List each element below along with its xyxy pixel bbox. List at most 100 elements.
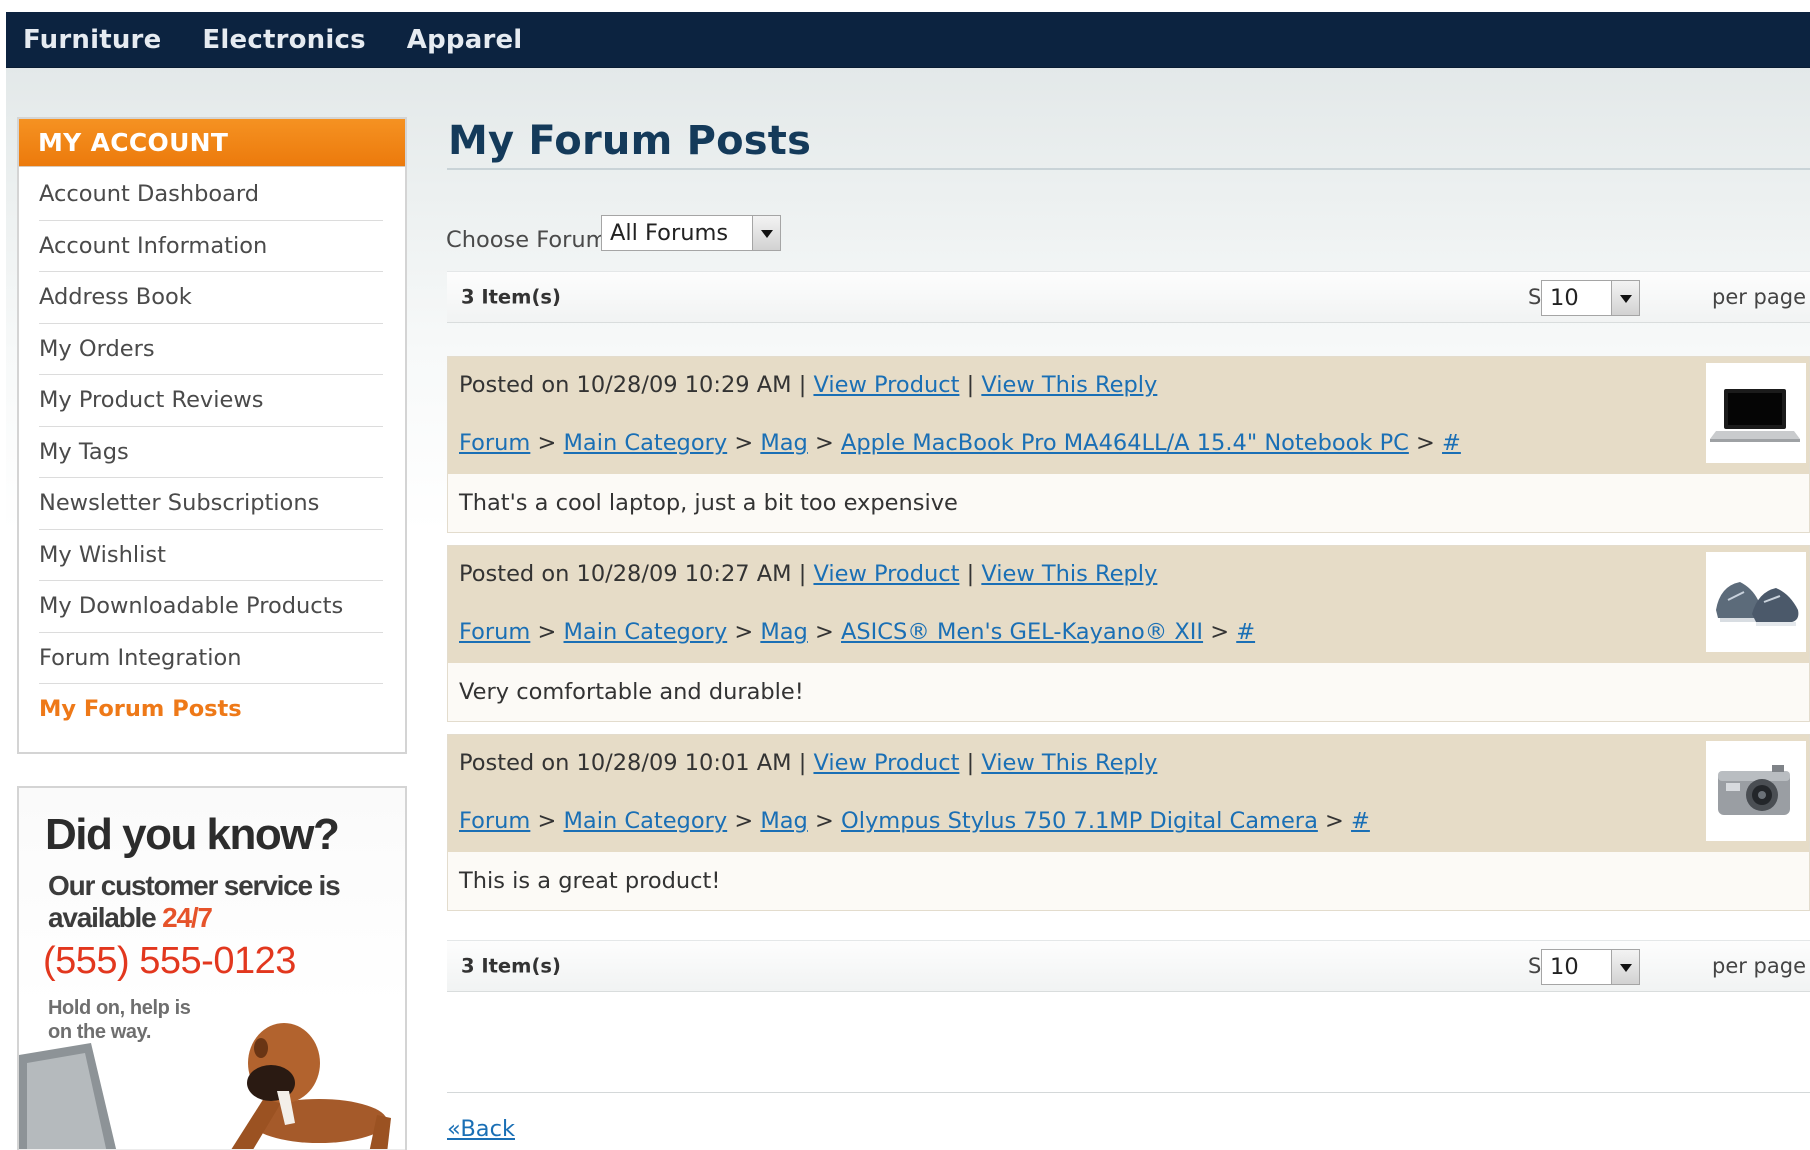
forum-post: Posted on 10/28/09 10:01 AM | View Produ… <box>447 734 1810 911</box>
crumb-sub-link[interactable]: Mag <box>760 619 807 645</box>
crumb-hash-link[interactable]: # <box>1442 430 1461 456</box>
camera-thumbnail[interactable] <box>1706 741 1806 841</box>
crumb-sub-link[interactable]: Mag <box>760 808 807 834</box>
account-nav-item-product-reviews[interactable]: My Product Reviews <box>39 375 383 427</box>
back-link[interactable]: «Back <box>447 1116 515 1142</box>
camera-icon <box>1718 765 1790 815</box>
crumb-arrow: > <box>814 619 834 645</box>
account-nav-item-information[interactable]: Account Information <box>39 221 383 272</box>
title-divider <box>447 168 1810 170</box>
crumb-arrow: > <box>734 808 754 834</box>
account-nav-item-newsletter[interactable]: Newsletter Subscriptions <box>39 478 383 530</box>
view-reply-link[interactable]: View This Reply <box>981 750 1157 776</box>
laptop-icon <box>1710 389 1800 442</box>
view-reply-link[interactable]: View This Reply <box>981 372 1157 398</box>
post-date: Posted on 10/28/09 10:27 AM <box>459 561 792 587</box>
post-breadcrumb: Forum > Main Category > Mag > ASICS® Men… <box>459 619 1255 645</box>
separator: | <box>966 561 975 587</box>
crumb-arrow: > <box>734 619 754 645</box>
account-nav-title: MY ACCOUNT <box>19 119 405 167</box>
crumb-arrow: > <box>1416 430 1435 456</box>
post-text: Very comfortable and durable! <box>459 679 804 705</box>
crumb-category-link[interactable]: Main Category <box>564 430 728 456</box>
pager-top: 3 Item(s) Show 10 per page <box>447 271 1810 323</box>
shoes-icon <box>1716 582 1799 626</box>
per-page-label: per page <box>1712 285 1807 309</box>
crumb-arrow: > <box>537 619 557 645</box>
crumb-product-link[interactable]: ASICS® Men's GEL-Kayano® XII <box>841 619 1203 645</box>
crumb-forum-link[interactable]: Forum <box>459 808 530 834</box>
forum-select-value: All Forums <box>610 220 729 246</box>
view-product-link[interactable]: View Product <box>813 750 959 776</box>
promo-subtitle: Our customer service is available 24/7 <box>48 870 348 934</box>
crumb-arrow: > <box>1325 808 1344 834</box>
laptop-thumbnail[interactable] <box>1706 363 1806 463</box>
account-nav-item-tags[interactable]: My Tags <box>39 427 383 478</box>
crumb-sub-link[interactable]: Mag <box>760 430 807 456</box>
post-body: Very comfortable and durable! <box>448 663 1809 721</box>
view-reply-link[interactable]: View This Reply <box>981 561 1157 587</box>
post-date: Posted on 10/28/09 10:29 AM <box>459 372 792 398</box>
account-nav-item-wishlist[interactable]: My Wishlist <box>39 530 383 581</box>
account-navigation: MY ACCOUNT Account Dashboard Account Inf… <box>17 117 407 754</box>
crumb-arrow: > <box>1210 619 1230 645</box>
nav-item-furniture[interactable]: Furniture <box>23 25 161 55</box>
crumb-forum-link[interactable]: Forum <box>459 619 530 645</box>
crumb-arrow: > <box>734 430 754 456</box>
forum-post: Posted on 10/28/09 10:27 AM | View Produ… <box>447 545 1810 722</box>
crumb-arrow: > <box>814 808 834 834</box>
crumb-category-link[interactable]: Main Category <box>564 808 728 834</box>
post-header: Posted on 10/28/09 10:27 AM | View Produ… <box>448 546 1809 663</box>
post-header: Posted on 10/28/09 10:29 AM | View Produ… <box>448 357 1809 474</box>
post-meta: Posted on 10/28/09 10:27 AM | View Produ… <box>459 561 1157 587</box>
separator: | <box>798 750 807 776</box>
crumb-hash-link[interactable]: # <box>1351 808 1370 834</box>
crumb-product-link[interactable]: Apple MacBook Pro MA464LL/A 15.4" Notebo… <box>841 430 1409 456</box>
account-nav-item-downloadable[interactable]: My Downloadable Products <box>39 581 383 633</box>
post-body: That's a cool laptop, just a bit too exp… <box>448 474 1809 532</box>
nav-item-apparel[interactable]: Apparel <box>407 25 523 55</box>
post-header: Posted on 10/28/09 10:01 AM | View Produ… <box>448 735 1809 852</box>
per-page-select[interactable]: 10 <box>1541 949 1640 985</box>
separator: | <box>966 750 975 776</box>
post-text: That's a cool laptop, just a bit too exp… <box>459 490 958 516</box>
crumb-category-link[interactable]: Main Category <box>564 619 728 645</box>
crumb-product-link[interactable]: Olympus Stylus 750 7.1MP Digital Camera <box>841 808 1318 834</box>
dog-ear-illustration <box>254 1038 268 1058</box>
post-date: Posted on 10/28/09 10:01 AM <box>459 750 792 776</box>
view-product-link[interactable]: View Product <box>813 372 959 398</box>
account-nav-item-dashboard[interactable]: Account Dashboard <box>39 169 383 221</box>
post-meta: Posted on 10/28/09 10:29 AM | View Produ… <box>459 372 1157 398</box>
choose-forum-label: Choose Forum: <box>446 227 616 253</box>
forum-post: Posted on 10/28/09 10:29 AM | View Produ… <box>447 356 1810 533</box>
post-meta: Posted on 10/28/09 10:01 AM | View Produ… <box>459 750 1157 776</box>
content-divider <box>447 1092 1810 1093</box>
crumb-arrow: > <box>537 808 557 834</box>
promo-availability: 24/7 <box>162 902 213 933</box>
item-count: 3 Item(s) <box>461 954 561 978</box>
per-page-value: 10 <box>1550 954 1579 980</box>
separator: | <box>798 372 807 398</box>
per-page-value: 10 <box>1550 285 1579 311</box>
per-page-select[interactable]: 10 <box>1541 280 1640 316</box>
crumb-forum-link[interactable]: Forum <box>459 430 530 456</box>
account-nav-item-forum-integration[interactable]: Forum Integration <box>39 633 383 684</box>
view-product-link[interactable]: View Product <box>813 561 959 587</box>
promo-title: Did you know? <box>45 810 340 859</box>
forum-select[interactable]: All Forums <box>601 215 781 251</box>
account-nav-item-address-book[interactable]: Address Book <box>39 272 383 324</box>
nav-item-electronics[interactable]: Electronics <box>202 25 365 55</box>
promo-phone: (555) 555-0123 <box>43 940 296 982</box>
dog-with-laptop-illustration <box>19 1023 405 1150</box>
pager-bottom: 3 Item(s) Show 10 per page <box>447 940 1810 992</box>
crumb-hash-link[interactable]: # <box>1236 619 1255 645</box>
shoes-thumbnail[interactable] <box>1706 552 1806 652</box>
account-nav-item-forum-posts[interactable]: My Forum Posts <box>39 684 383 736</box>
account-nav-item-orders[interactable]: My Orders <box>39 324 383 375</box>
chevron-down-icon[interactable] <box>1611 950 1639 984</box>
separator: | <box>798 561 807 587</box>
chevron-down-icon[interactable] <box>752 216 780 250</box>
crumb-arrow: > <box>537 430 557 456</box>
chevron-down-icon[interactable] <box>1611 281 1639 315</box>
account-nav-list: Account Dashboard Account Information Ad… <box>19 167 405 736</box>
